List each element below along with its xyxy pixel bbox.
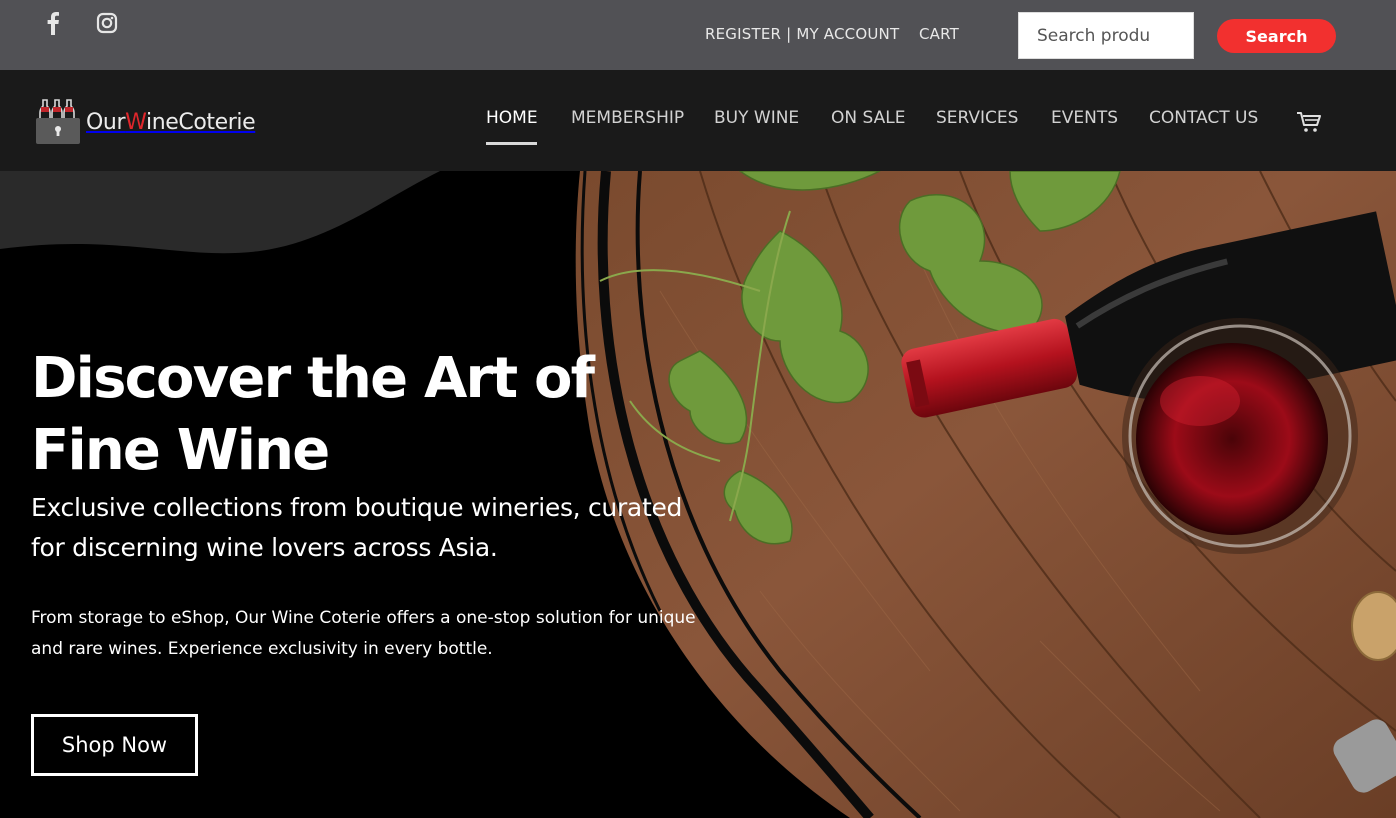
facebook-icon[interactable] bbox=[44, 10, 62, 36]
shop-now-button[interactable]: Shop Now bbox=[31, 714, 198, 776]
main-navbar: OurWineCoterie HOME MEMBERSHIP BUY WINE … bbox=[0, 70, 1396, 171]
hero-description: From storage to eShop, Our Wine Coterie … bbox=[31, 608, 696, 659]
hero-title: Discover the Art of Fine Wine bbox=[31, 346, 595, 483]
search-button[interactable]: Search bbox=[1217, 19, 1336, 53]
nav-buy-wine[interactable]: BUY WINE bbox=[714, 108, 799, 128]
active-nav-indicator bbox=[486, 142, 537, 145]
register-my-account-link[interactable]: REGISTER | MY ACCOUNT bbox=[705, 25, 899, 43]
nav-membership[interactable]: MEMBERSHIP bbox=[571, 108, 684, 128]
hero-banner: Discover the Art of Fine Wine Exclusive … bbox=[0, 171, 1396, 818]
nav-contact-us[interactable]: CONTACT US bbox=[1149, 108, 1258, 128]
search-input[interactable] bbox=[1018, 12, 1194, 59]
top-utility-bar: REGISTER | MY ACCOUNT CART Search bbox=[0, 0, 1396, 70]
wine-lock-logo-icon bbox=[36, 99, 80, 144]
nav-events[interactable]: EVENTS bbox=[1051, 108, 1118, 128]
cart-icon[interactable] bbox=[1296, 110, 1322, 138]
logo-wordmark: OurWineCoterie bbox=[86, 109, 256, 135]
cart-link[interactable]: CART bbox=[919, 25, 959, 43]
nav-on-sale[interactable]: ON SALE bbox=[831, 108, 905, 128]
instagram-icon[interactable] bbox=[96, 10, 118, 36]
nav-services[interactable]: SERVICES bbox=[936, 108, 1018, 128]
hero-subtitle: Exclusive collections from boutique wine… bbox=[31, 493, 683, 562]
nav-home[interactable]: HOME bbox=[486, 108, 538, 128]
site-logo[interactable]: OurWineCoterie bbox=[34, 98, 256, 146]
